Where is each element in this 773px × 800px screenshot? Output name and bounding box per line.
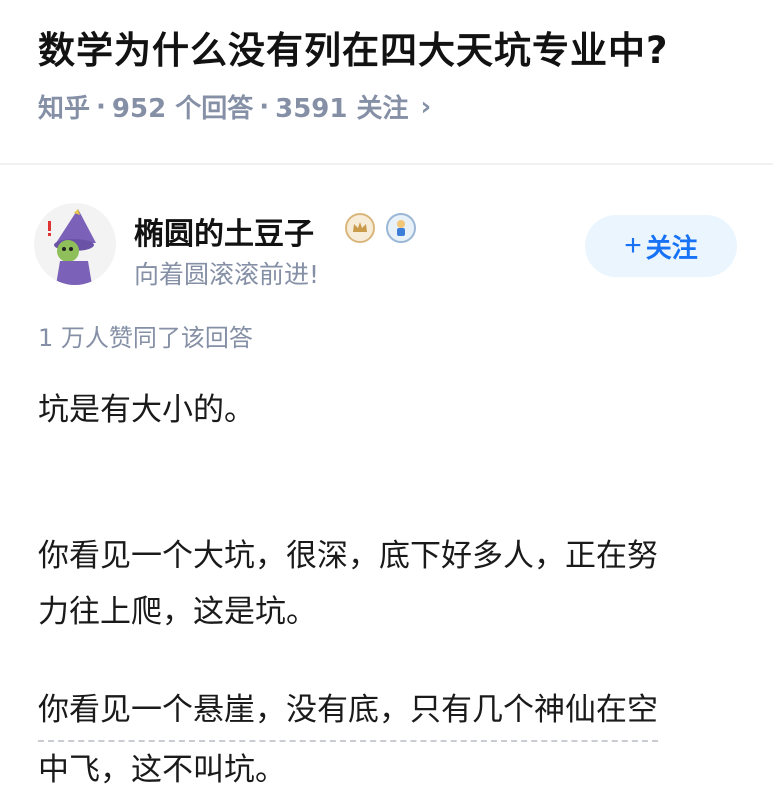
author-row: 椭圆的土豆子 向着圆滚滚前进! + 关注 — [0, 195, 773, 305]
answer-line: 中飞，这不叫坑。 — [38, 742, 286, 800]
avatar[interactable] — [34, 203, 116, 285]
answer-count: 952 个回答 — [111, 94, 254, 124]
separator-dot: · — [259, 91, 270, 122]
answer-line: 你看见一个大坑，很深，底下好多人，正在努 — [38, 538, 658, 574]
follow-label: 关注 — [645, 232, 698, 263]
plus-icon: + — [624, 229, 642, 262]
vote-summary: 1 万人赞同了该回答 — [38, 324, 253, 352]
crown-badge-icon[interactable] — [345, 213, 375, 243]
answer-paragraph: 你看见一个大坑，很深，底下好多人，正在努 力往上爬，这是坑。 — [38, 528, 658, 640]
follower-count: 3591 关注 — [275, 94, 409, 124]
question-title[interactable]: 数学为什么没有列在四大天坑专业中? — [38, 20, 668, 74]
answer-line: 坑是有大小的。 — [38, 392, 255, 428]
chevron-right-icon: › — [420, 91, 432, 122]
question-header: 数学为什么没有列在四大天坑专业中? 知乎 · 952 个回答 · 3591 关注… — [0, 0, 773, 165]
author-bio: 向着圆滚滚前进! — [134, 260, 320, 289]
follow-button[interactable]: + 关注 — [585, 215, 737, 277]
answer-line: 力往上爬，这是坑。 — [38, 594, 317, 630]
answer-paragraph: 坑是有大小的。 — [38, 382, 255, 438]
answer-paragraph: 你看见一个悬崖，没有底，只有几个神仙在空 中飞，这不叫坑。 — [38, 682, 658, 800]
author-name[interactable]: 椭圆的土豆子 — [134, 209, 314, 253]
figure-badge-icon[interactable] — [386, 213, 416, 243]
question-meta[interactable]: 知乎 · 952 个回答 · 3591 关注 › — [38, 88, 431, 125]
site-name: 知乎 — [38, 94, 91, 124]
separator-dot: · — [96, 91, 106, 122]
answer-line: 你看见一个悬崖，没有底，只有几个神仙在空 — [38, 682, 658, 742]
